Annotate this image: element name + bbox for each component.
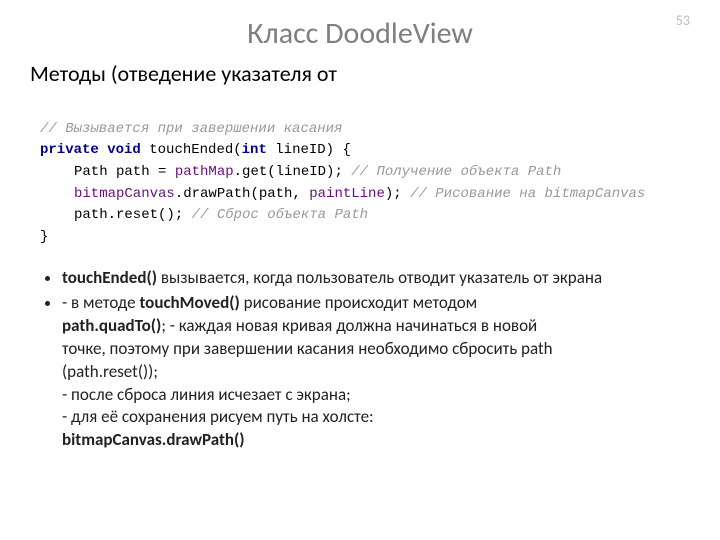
code-comment: // Получение объекта Path bbox=[351, 164, 561, 180]
keyword: int bbox=[242, 142, 267, 158]
bold-term: bitmapCanvas.drawPath() bbox=[62, 429, 690, 452]
page-title: Класс DoodleView bbox=[30, 15, 690, 52]
bold-term: path.quadTo() bbox=[62, 315, 161, 336]
code-field: paintLine bbox=[309, 186, 385, 202]
text: точке, поэтому при завершении касания не… bbox=[62, 338, 690, 361]
code-text: .drawPath(path, bbox=[175, 186, 309, 202]
keyword: void bbox=[107, 142, 141, 158]
list-item: touchEnded() вызывается, когда пользоват… bbox=[62, 267, 690, 290]
subtitle: Методы (отведение указателя от bbox=[30, 60, 690, 87]
text: рисование происходит методом bbox=[240, 292, 477, 313]
notes-list: touchEnded() вызывается, когда пользоват… bbox=[30, 267, 690, 453]
text: вызывается, когда пользователь отводит у… bbox=[157, 267, 602, 288]
code-comment: // Сброс объекта Path bbox=[192, 207, 368, 223]
code-text: path.reset(); bbox=[74, 207, 192, 223]
code-text: } bbox=[40, 229, 48, 245]
page-number: 53 bbox=[676, 12, 690, 29]
keyword: private bbox=[40, 142, 99, 158]
code-comment: // Вызывается при завершении касания bbox=[40, 121, 342, 137]
code-block: // Вызывается при завершении касания pri… bbox=[30, 97, 690, 249]
code-text: .get(lineID); bbox=[234, 164, 352, 180]
code-comment: // Рисование на bitmapCanvas bbox=[410, 186, 645, 202]
code-text: lineID) { bbox=[267, 142, 351, 158]
text: - в методе bbox=[62, 292, 139, 313]
code-text: ); bbox=[385, 186, 410, 202]
bold-term: touchEnded() bbox=[62, 267, 157, 288]
text: (path.reset()); bbox=[62, 361, 690, 384]
method-name: touchEnded bbox=[149, 142, 233, 158]
code-field: pathMap bbox=[175, 164, 234, 180]
code-text: Path path = bbox=[74, 164, 175, 180]
code-text: ( bbox=[233, 142, 241, 158]
list-item: - в методе touchMoved() рисование происх… bbox=[62, 292, 690, 453]
text: ; - каждая новая кривая должна начинатьс… bbox=[161, 315, 537, 336]
code-field: bitmapCanvas bbox=[74, 186, 175, 202]
text: - после сброса линия исчезает с экрана; bbox=[62, 384, 690, 407]
text: - для её сохранения рисуем путь на холст… bbox=[62, 406, 690, 429]
bold-term: touchMoved() bbox=[139, 292, 239, 313]
